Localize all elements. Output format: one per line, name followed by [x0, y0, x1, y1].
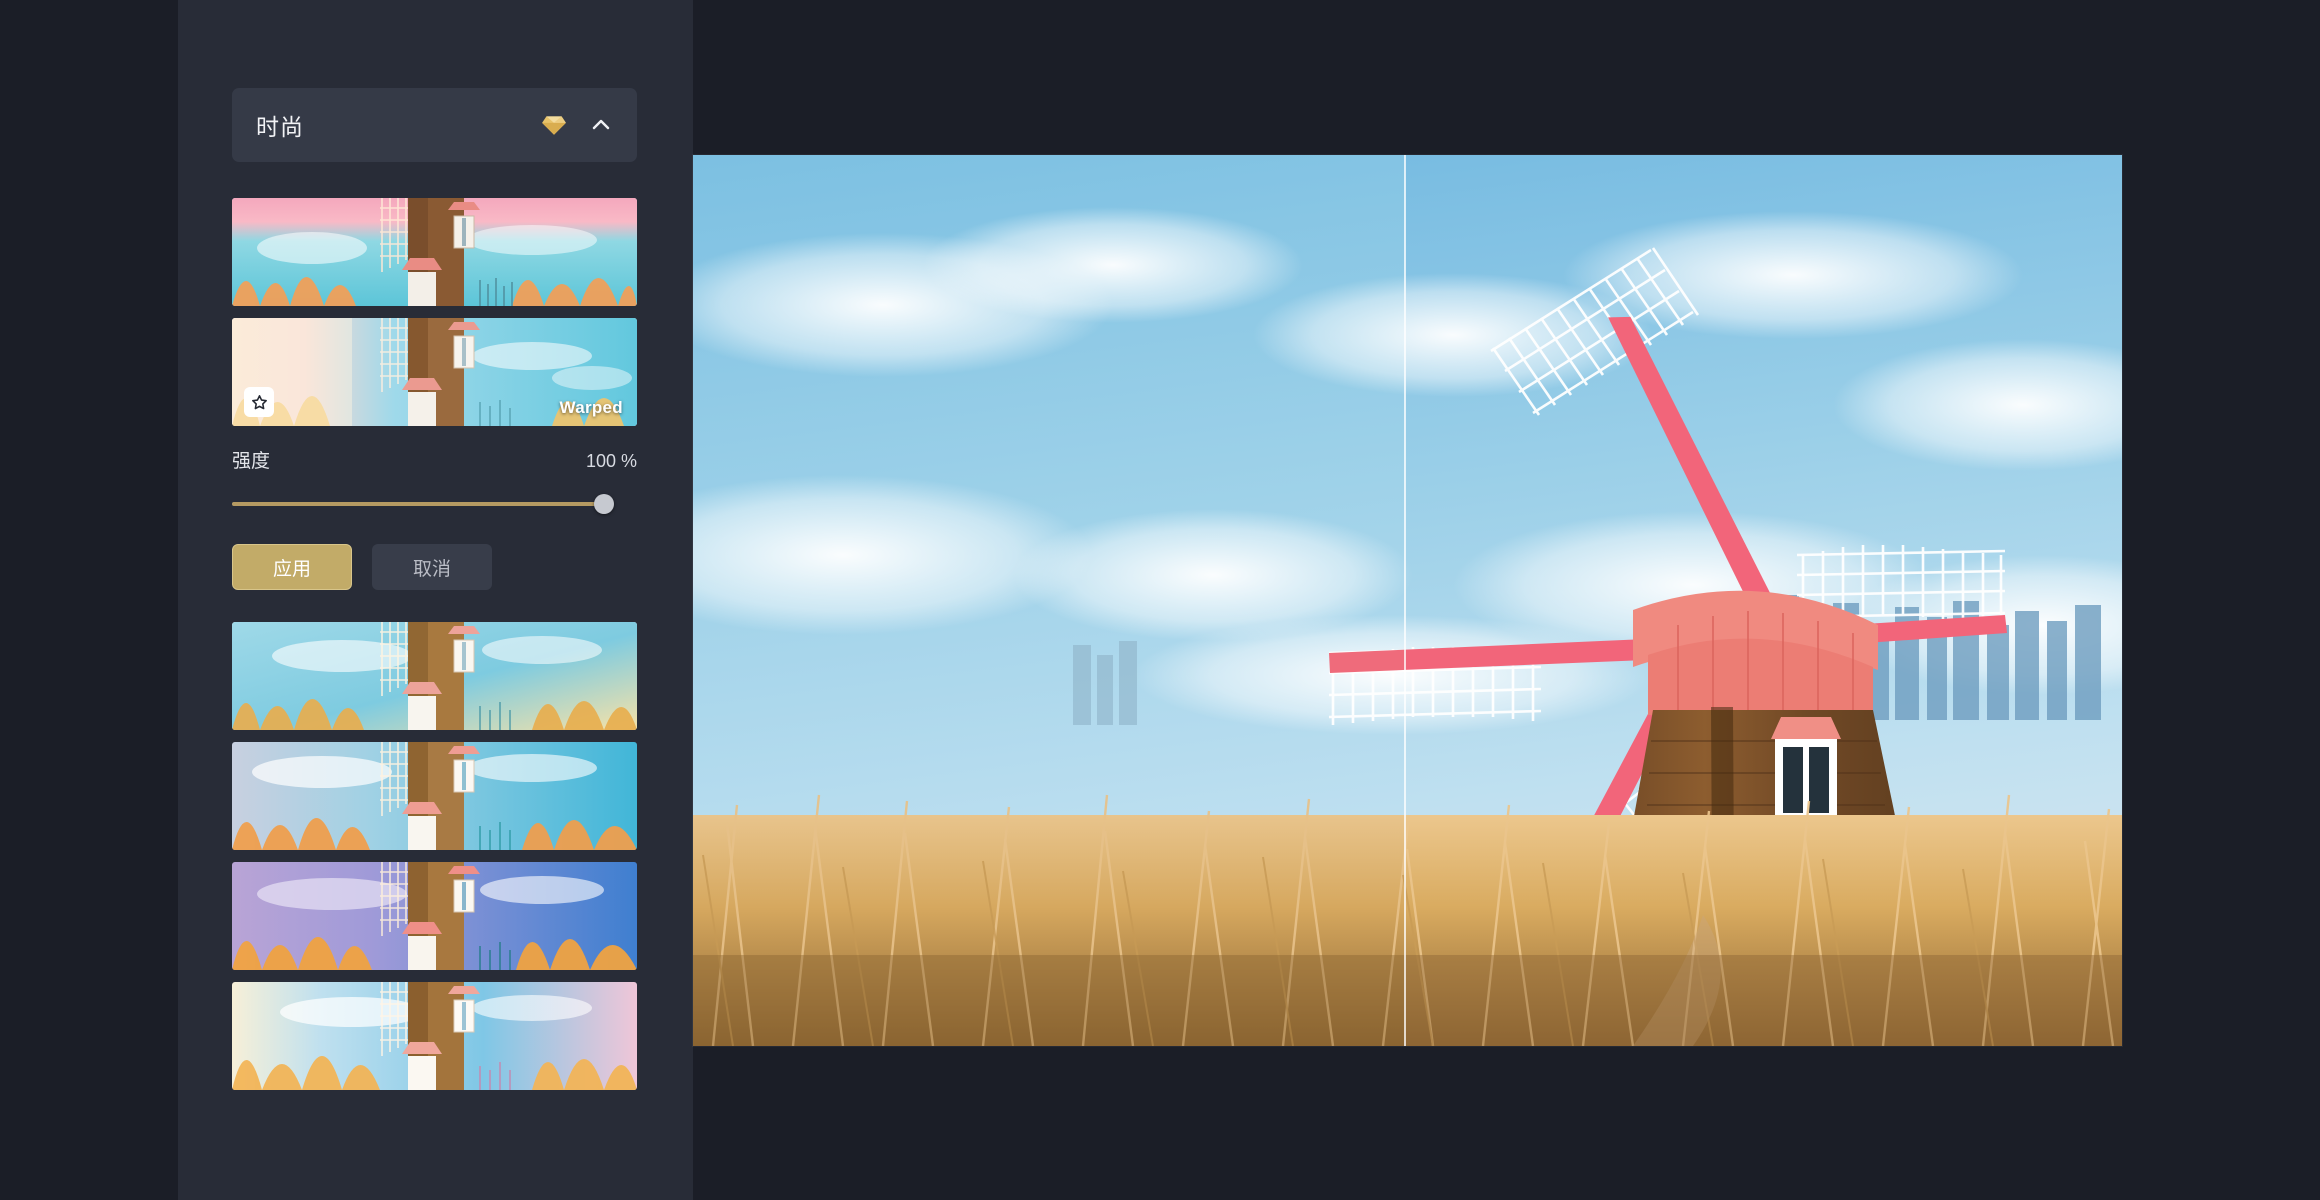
app-root: 时尚 Warped 强度 100 % 应用 取消: [0, 0, 2320, 1200]
effects-sidebar: 时尚 Warped 强度 100 % 应用 取消: [178, 0, 693, 1200]
preset-preview-1: [232, 198, 637, 306]
cancel-button[interactable]: 取消: [372, 544, 492, 590]
apply-button[interactable]: 应用: [232, 544, 352, 590]
preset-thumbnail-4[interactable]: [232, 742, 637, 850]
preset-thumbnail-warped[interactable]: Warped: [232, 318, 637, 426]
category-header[interactable]: 时尚: [232, 88, 637, 162]
page-title: 时尚: [256, 114, 304, 140]
preset-preview-5: [232, 862, 637, 970]
action-buttons: 应用 取消: [232, 544, 639, 590]
preset-thumbnail-6[interactable]: [232, 982, 637, 1090]
preset-label: Warped: [559, 398, 623, 417]
split-divider[interactable]: [1404, 155, 1406, 1046]
star-icon: [251, 394, 267, 409]
preset-thumbnail-5[interactable]: [232, 862, 637, 970]
image-canvas[interactable]: [693, 155, 2122, 1046]
preview-image: [1405, 155, 2122, 1046]
intensity-slider[interactable]: [232, 494, 614, 514]
preset-thumbnail-1[interactable]: [232, 198, 637, 306]
preset-preview-4: [232, 742, 637, 850]
chevron-up-icon[interactable]: [589, 113, 613, 137]
header-icon-group: [541, 112, 613, 138]
intensity-row: 强度 100 %: [232, 446, 637, 473]
preset-preview-6: [232, 982, 637, 1090]
slider-fill: [232, 502, 604, 506]
slider-thumb[interactable]: [594, 494, 614, 514]
favorite-button[interactable]: [244, 387, 274, 417]
preset-scroll-area[interactable]: 时尚 Warped 强度 100 % 应用 取消: [178, 0, 693, 1200]
preset-thumbnail-3[interactable]: [232, 622, 637, 730]
intensity-value: 100 %: [585, 451, 637, 471]
intensity-label: 强度: [232, 451, 271, 472]
preset-preview-3: [232, 622, 637, 730]
gem-icon: [541, 112, 567, 138]
